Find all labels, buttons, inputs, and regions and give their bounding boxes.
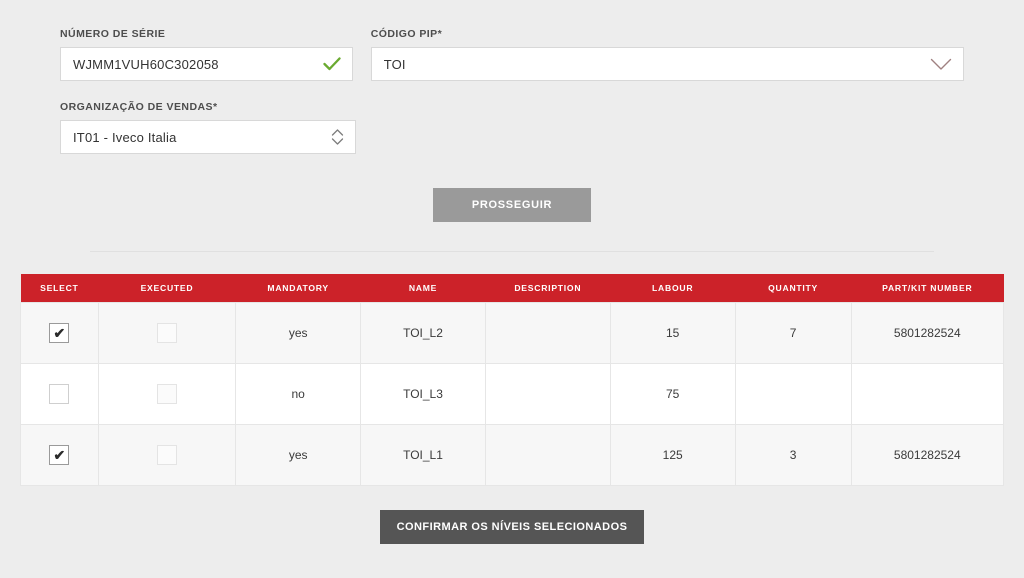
confirm-button-wrap: CONFIRMAR OS NÍVEIS SELECIONADOS: [0, 510, 1024, 544]
quantity-cell: 3: [734, 424, 852, 486]
part-kit-number-cell: 5801282524: [850, 424, 1005, 486]
sales-organization-label: ORGANIZAÇÃO DE VENDAS*: [60, 101, 218, 113]
name-cell: TOI_L3: [360, 363, 486, 425]
serial-number-label: NÚMERO DE SÉRIE: [60, 28, 166, 40]
levels-table: SELECT EXECUTED MANDATORY NAME DESCRIPTI…: [20, 274, 1005, 486]
executed-cell: [97, 302, 237, 364]
sales-organization-select[interactable]: IT01 - Iveco Italia: [60, 120, 356, 154]
levels-table-body: ✔ yes TOI_L2 15 7 5801282524 no TOI_L3 75 ✔ yes TOI…: [20, 302, 1005, 486]
field-sales-organization: ORGANIZAÇÃO DE VENDAS* IT01 - Iveco Ital…: [60, 101, 356, 154]
select-checkbox[interactable]: [49, 384, 70, 404]
mandatory-cell: yes: [235, 424, 362, 486]
select-checkbox[interactable]: ✔: [49, 323, 70, 343]
field-row-top: NÚMERO DE SÉRIE WJMM1VUH60C302058 CÓDIGO…: [60, 28, 964, 81]
check-icon: ✔: [53, 325, 66, 341]
select-checkbox[interactable]: ✔: [49, 445, 70, 465]
chevron-up-down-icon[interactable]: [331, 121, 344, 153]
description-cell: [484, 424, 611, 486]
serial-number-input[interactable]: WJMM1VUH60C302058: [60, 47, 353, 81]
table-row: no TOI_L3 75: [20, 363, 1005, 425]
quantity-cell: 7: [734, 302, 852, 364]
select-cell: ✔: [20, 302, 99, 364]
part-kit-number-cell: 5801282524: [850, 302, 1005, 364]
form-area: NÚMERO DE SÉRIE WJMM1VUH60C302058 CÓDIGO…: [0, 0, 1024, 222]
part-kit-number-cell: [850, 363, 1005, 425]
sales-organization-value: IT01 - Iveco Italia: [73, 129, 177, 145]
field-serial-number: NÚMERO DE SÉRIE WJMM1VUH60C302058: [60, 28, 353, 81]
levels-table-wrap: SELECT EXECUTED MANDATORY NAME DESCRIPTI…: [20, 274, 1005, 486]
check-icon: [323, 48, 341, 80]
column-header-part-kit-number: PART/KIT NUMBER: [851, 274, 1004, 303]
executed-checkbox: [156, 323, 177, 343]
column-header-mandatory: MANDATORY: [235, 274, 361, 303]
pip-code-select[interactable]: TOI: [370, 47, 964, 81]
proceed-button-wrap: PROSSEGUIR: [60, 188, 964, 222]
select-cell: ✔: [20, 424, 99, 486]
mandatory-cell: no: [235, 363, 362, 425]
field-pip-code: CÓDIGO PIP* TOI: [370, 28, 964, 81]
column-header-select: SELECT: [20, 274, 99, 303]
column-header-description: DESCRIPTION: [485, 274, 611, 303]
executed-cell: [97, 363, 237, 425]
mandatory-cell: yes: [235, 302, 362, 364]
labour-cell: 75: [609, 363, 736, 425]
executed-cell: [97, 424, 237, 486]
pip-code-label: CÓDIGO PIP*: [370, 28, 443, 40]
name-cell: TOI_L1: [360, 424, 486, 486]
executed-checkbox: [156, 384, 177, 404]
column-header-name: NAME: [360, 274, 486, 303]
table-row: ✔ yes TOI_L1 125 3 5801282524: [20, 424, 1005, 486]
column-header-labour: LABOUR: [610, 274, 736, 303]
chevron-down-icon[interactable]: [930, 48, 952, 80]
section-divider: [90, 251, 934, 252]
check-icon: ✔: [53, 447, 66, 463]
select-cell: [20, 363, 99, 425]
proceed-button[interactable]: PROSSEGUIR: [433, 188, 591, 222]
description-cell: [484, 302, 611, 364]
executed-checkbox: [156, 445, 177, 465]
pip-code-value: TOI: [383, 56, 406, 72]
column-header-quantity: QUANTITY: [735, 274, 852, 303]
name-cell: TOI_L2: [360, 302, 486, 364]
column-header-executed: EXECUTED: [98, 274, 236, 303]
quantity-cell: [734, 363, 852, 425]
labour-cell: 15: [609, 302, 736, 364]
levels-table-header-row: SELECT EXECUTED MANDATORY NAME DESCRIPTI…: [20, 274, 1004, 303]
confirm-selected-levels-button[interactable]: CONFIRMAR OS NÍVEIS SELECIONADOS: [379, 510, 645, 544]
description-cell: [484, 363, 611, 425]
page-root: NÚMERO DE SÉRIE WJMM1VUH60C302058 CÓDIGO…: [0, 0, 1024, 578]
serial-number-value: WJMM1VUH60C302058: [73, 56, 219, 72]
labour-cell: 125: [609, 424, 736, 486]
table-row: ✔ yes TOI_L2 15 7 5801282524: [20, 302, 1005, 364]
